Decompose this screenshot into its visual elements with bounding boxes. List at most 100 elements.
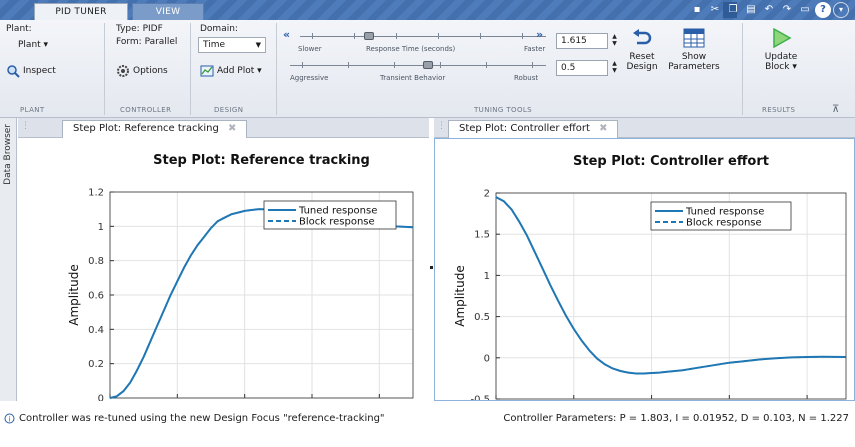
tab-reference-tracking[interactable]: Step Plot: Reference tracking ✖ [62,120,248,138]
gear-icon [117,65,129,77]
play-icon [773,28,792,48]
show-parameters-button[interactable]: Show Parameters [668,28,720,72]
redo-icon[interactable]: ↷ [779,2,795,18]
close-icon[interactable]: ✖ [228,123,236,134]
response-time-label: Response Time (seconds) [366,45,456,53]
domain-select[interactable]: Time ▼ [198,37,266,53]
collapse-ribbon-icon[interactable]: ⊼ [832,104,839,115]
tab-controller-effort[interactable]: Step Plot: Controller effort ✖ [448,120,619,138]
transient-behavior-spinner[interactable]: ▲ ▼ [610,60,619,76]
y-tick-label: 0 [98,394,104,402]
plant-dropdown[interactable]: Plant ▾ [14,38,62,54]
slider-tick [480,33,481,39]
y-tick-label: 0.6 [88,291,104,302]
table-icon [683,28,705,48]
tab-view[interactable]: VIEW [132,3,204,20]
legend-label-block: Block response [686,218,762,229]
add-plot-button[interactable]: Add Plot ▾ [200,64,262,78]
slider-tick [522,33,523,39]
add-plot-label: Add Plot ▾ [217,66,262,76]
y-tick-label: 2 [484,189,490,200]
reset-label-1: Reset [629,52,655,62]
transient-behavior-thumb[interactable] [423,61,433,69]
drag-handle-icon[interactable]: ⋮ [437,121,446,131]
plant-section-label: PLANT [20,106,45,114]
controller-type: Type: PIDF [116,24,163,34]
undo-arrow-icon [633,29,652,45]
controller-effort-chart: Step Plot: Controller effort01234-0.500.… [434,138,855,401]
slider-tick [396,33,397,39]
transient-behavior-slider[interactable] [290,65,546,66]
options-button[interactable]: Options [116,64,168,78]
aggressive-label: Aggressive [290,74,329,82]
reset-design-button[interactable]: Reset Design [624,28,660,72]
update-block-button[interactable]: Update Block ▾ [760,28,802,72]
magnifier-icon [7,65,20,78]
add-plot-icon [200,65,214,77]
save-icon[interactable]: ▪ [689,2,705,18]
results-section-label: RESULTS [762,106,796,114]
slower-chevron-icon[interactable]: « [283,28,290,41]
divider [742,23,743,115]
plant-label: Plant: [6,24,32,34]
chart-title: Step Plot: Controller effort [573,154,769,169]
slider-tick [348,62,349,68]
controller-parameters-readout: Controller Parameters: P = 1.803, I = 0.… [503,413,849,424]
close-icon[interactable]: ✖ [599,123,607,134]
update-label-2: Block ▾ [765,62,797,72]
faster-label: Faster [524,45,546,53]
response-time-slider[interactable] [300,36,546,37]
paste-icon[interactable]: ▤ [743,2,759,18]
reset-label-2: Design [626,62,658,72]
inspect-label: Inspect [23,66,56,76]
tab-reference-tracking-label: Step Plot: Reference tracking [73,123,219,134]
help-icon[interactable]: ? [815,2,831,18]
y-axis-label: Amplitude [67,264,81,326]
minimize-icon[interactable]: ▾ [833,2,849,18]
chart-title: Step Plot: Reference tracking [153,153,370,168]
y-tick-label: 1.2 [88,188,104,199]
domain-label: Domain: [200,24,238,34]
inspect-button[interactable]: Inspect [6,64,56,78]
response-time-input[interactable]: 1.615 [556,33,608,49]
show-label-2: Parameters [668,62,720,72]
robust-label: Robust [514,74,539,82]
y-tick-label: 0.4 [88,325,104,336]
cut-icon[interactable]: ✂ [707,2,723,18]
y-tick-label: 0 [484,353,490,364]
window-icon[interactable]: ▭ [797,2,813,18]
splitter-handle[interactable] [430,266,433,269]
slider-tick [312,33,313,39]
transient-behavior-input[interactable]: 0.5 [556,60,608,76]
y-axis-label: Amplitude [453,265,467,327]
undo-icon[interactable]: ↶ [761,2,777,18]
update-label-1: Update [764,52,798,62]
ribbon-tab-bar: PID TUNER VIEW ▪ ✂ ❐ ▤ ↶ ↷ ▭ ? ▾ [0,0,855,20]
info-icon: i [4,413,15,424]
document-tab-bar: ⋮ Step Plot: Reference tracking ✖ [18,118,429,138]
y-tick-label: 0.2 [88,359,104,370]
faster-chevron-icon[interactable]: » [536,28,543,41]
reference-tracking-chart: Step Plot: Reference tracking0123400.20.… [67,153,414,402]
status-bar: i Controller was re-tuned using the new … [0,401,855,447]
response-time-spinner[interactable]: ▲ ▼ [610,33,619,49]
divider [276,23,277,115]
y-tick-label: 0.5 [474,312,490,323]
drag-handle-icon[interactable]: ⋮ [21,121,30,131]
design-section-label: DESIGN [214,106,244,114]
divider [190,23,191,115]
y-tick-label: 1.5 [474,230,490,241]
document-tab-bar: ⋮ Step Plot: Controller effort ✖ [434,118,855,138]
domain-value: Time [203,40,226,50]
legend: Tuned responseBlock response [650,201,792,231]
slider-tick [532,62,533,68]
data-browser-panel[interactable]: Data Browser [0,118,17,401]
tab-pid-tuner[interactable]: PID TUNER [34,3,128,20]
slower-label: Slower [298,45,322,53]
slider-tick [394,62,395,68]
response-time-thumb[interactable] [364,32,374,40]
y-tick-label: 0.8 [88,256,104,267]
legend: Tuned responseBlock response [263,200,397,230]
slider-tick [440,62,441,68]
copy-icon[interactable]: ❐ [725,2,741,18]
